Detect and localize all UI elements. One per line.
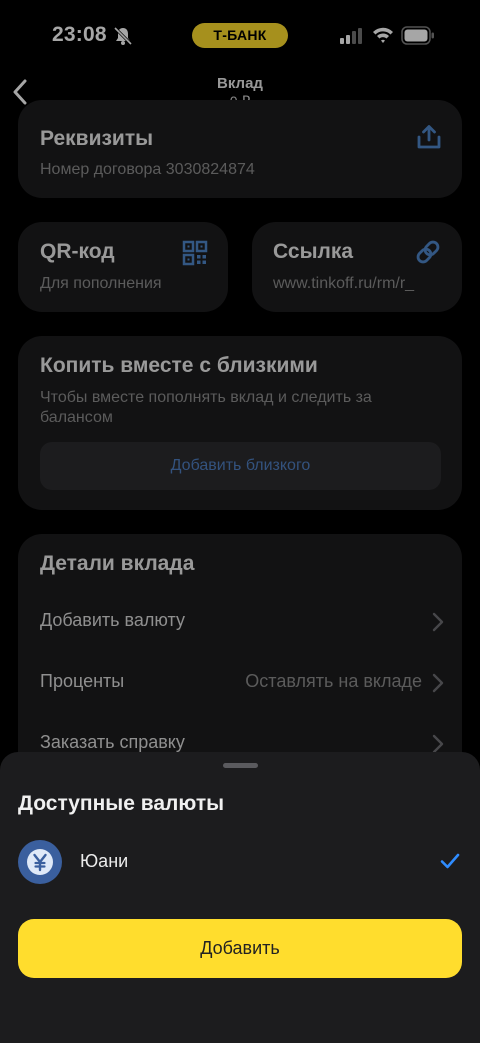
currency-name: Юани xyxy=(80,851,129,871)
sheet-grabber[interactable] xyxy=(223,763,258,768)
sheet-title: Доступные валюты xyxy=(18,792,225,815)
yuan-icon xyxy=(18,840,62,884)
add-currency-button[interactable]: Добавить xyxy=(18,919,462,978)
checkmark-icon xyxy=(440,853,460,869)
currency-bottom-sheet: Доступные валюты Юани Добавить xyxy=(0,752,480,1043)
currency-option-yuan[interactable]: Юани xyxy=(0,838,480,886)
